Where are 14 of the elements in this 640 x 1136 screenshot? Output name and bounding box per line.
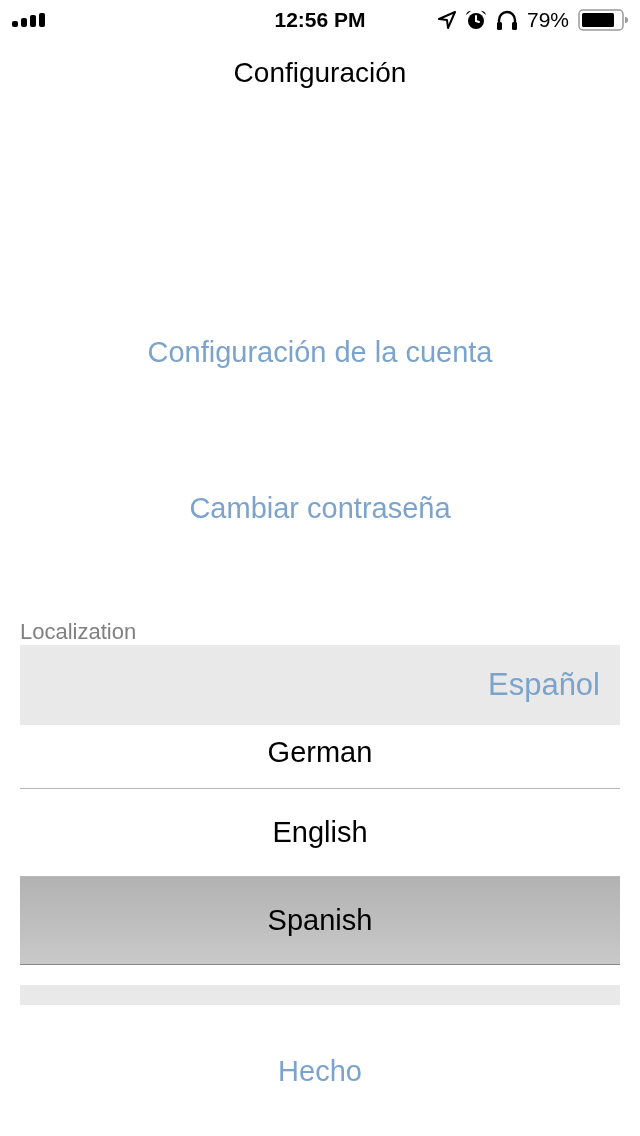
location-arrow-icon	[437, 11, 456, 29]
settings-link[interactable]: Cambiar contraseña	[181, 477, 459, 541]
localization-label: Localization	[20, 620, 138, 644]
done-button[interactable]: Hecho	[268, 1042, 372, 1102]
language-option[interactable]: Spanish	[20, 877, 620, 965]
signal-icon	[12, 13, 46, 27]
settings-link[interactable]: Configuración de la cuenta	[139, 321, 501, 385]
status-time: 12:56 PM	[274, 7, 366, 34]
screen-title: Configuración	[233, 56, 407, 90]
language-select-field[interactable]: Español	[20, 645, 620, 725]
alarm-clock-icon	[464, 10, 487, 30]
battery-percent: 79%	[526, 7, 569, 34]
battery-icon	[578, 9, 628, 31]
headphones-icon	[495, 10, 518, 30]
